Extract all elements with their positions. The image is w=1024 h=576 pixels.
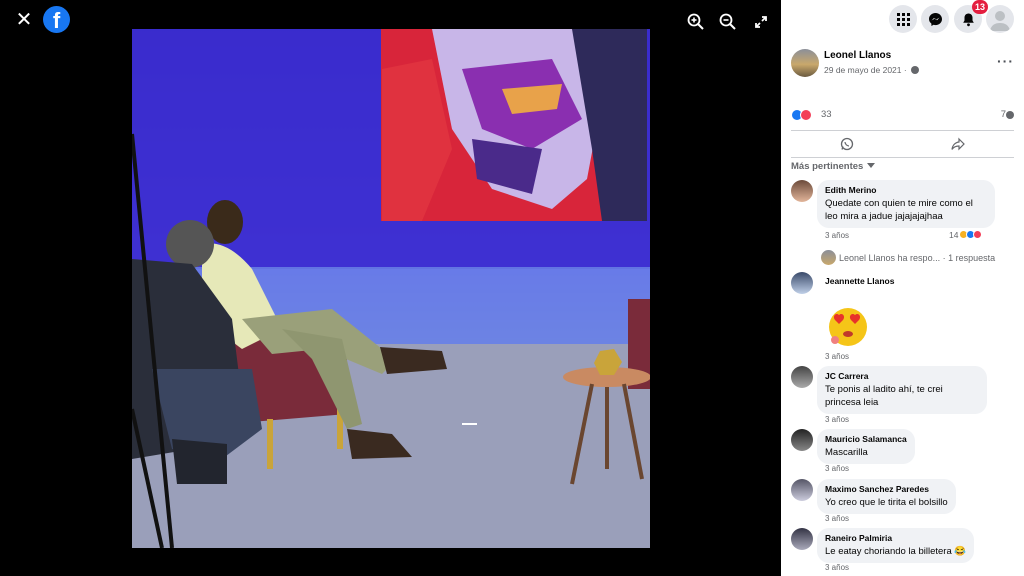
whatsapp-icon xyxy=(840,137,853,151)
notifications-bell-icon[interactable]: 13 xyxy=(954,0,988,33)
comment-filter-dropdown[interactable]: Más pertinentes xyxy=(791,161,876,172)
comment-time[interactable]: 3 años xyxy=(825,231,849,240)
post-actions xyxy=(791,130,1014,158)
fullscreen-icon[interactable] xyxy=(751,12,771,32)
heart-eyes-sticker xyxy=(825,300,871,348)
commenter-avatar[interactable] xyxy=(791,180,813,202)
messenger-icon[interactable] xyxy=(921,5,949,33)
post-header: Leonel Llanos 29 de mayo de 2021 · ··· xyxy=(791,47,1016,79)
author-avatar[interactable] xyxy=(791,49,819,77)
comment-bubble: JC Carrera Te ponis al ladito ahí, te cr… xyxy=(817,366,987,414)
top-bar: 13 xyxy=(781,0,1024,38)
commenter-name[interactable]: Raneiro Palmiria xyxy=(825,533,966,543)
comment-bubble: Edith Merino Quedate con quien te mire c… xyxy=(817,180,995,228)
menu-grid-icon[interactable] xyxy=(889,5,917,33)
comment-bubble: Maximo Sanchez Paredes Yo creo que le ti… xyxy=(817,479,956,514)
post-date-text: 29 de mayo de 2021 · xyxy=(824,65,907,75)
comment-time[interactable]: 3 años xyxy=(825,514,849,523)
globe-icon xyxy=(911,66,920,74)
reply-avatar xyxy=(821,250,836,265)
commenter-avatar[interactable] xyxy=(791,479,813,501)
comment-time[interactable]: 3 años xyxy=(825,464,849,473)
whatsapp-share-button[interactable] xyxy=(791,131,903,157)
commenter-avatar[interactable] xyxy=(791,272,813,294)
comment-bubble-icon xyxy=(1006,111,1014,119)
commenter-avatar[interactable] xyxy=(791,366,813,388)
comment-reactions[interactable]: 14 xyxy=(949,230,982,240)
close-icon[interactable]: ✕ xyxy=(12,8,36,32)
comment-reaction-count: 14 xyxy=(949,230,959,240)
post-photo xyxy=(132,29,650,548)
commenter-name[interactable]: Edith Merino xyxy=(825,185,987,195)
post-date[interactable]: 29 de mayo de 2021 · xyxy=(824,65,920,75)
photo-viewer: ✕ f xyxy=(0,0,781,576)
commenter-name[interactable]: JC Carrera xyxy=(825,371,979,381)
comment-text: Mascarilla xyxy=(825,447,868,458)
zoom-in-icon[interactable] xyxy=(686,12,706,32)
commenter-name[interactable]: Mauricio Salamanca xyxy=(825,434,907,444)
facebook-logo[interactable]: f xyxy=(43,6,70,33)
share-arrow-icon xyxy=(951,137,966,151)
comment-text: Yo creo que le tirita el bolsillo xyxy=(825,497,948,508)
commenter-avatar[interactable] xyxy=(791,528,813,550)
comment-filter-label: Más pertinentes xyxy=(791,161,864,172)
comment-text: Te ponis al ladito ahí, te crei princesa… xyxy=(825,384,943,408)
comment-time[interactable]: 3 años xyxy=(825,563,849,572)
comment-time[interactable]: 3 años xyxy=(825,352,849,361)
love-reaction-icon xyxy=(800,109,812,121)
share-button[interactable] xyxy=(903,131,1015,157)
comment-bubble: Mauricio Salamanca Mascarilla xyxy=(817,429,915,464)
caret-down-icon xyxy=(867,163,876,168)
comment-time[interactable]: 3 años xyxy=(825,415,849,424)
reply-thread-link[interactable]: Leonel Llanos ha respo... · 1 respuesta xyxy=(821,250,1016,265)
reply-text: Leonel Llanos ha respo... xyxy=(839,253,941,263)
more-options-icon[interactable]: ··· xyxy=(997,53,1014,69)
reaction-count[interactable]: 33 xyxy=(821,109,832,120)
zoom-out-icon[interactable] xyxy=(718,12,738,32)
comment-text: Quedate con quien te mire como el leo mi… xyxy=(825,198,973,222)
love-reaction-icon xyxy=(972,230,982,239)
account-avatar[interactable] xyxy=(986,5,1014,33)
commenter-avatar[interactable] xyxy=(791,429,813,451)
comment-text: Le eatay choriando la billetera 😂 xyxy=(825,546,967,557)
notification-count-badge: 13 xyxy=(972,0,988,14)
reaction-summary[interactable]: 33 7 xyxy=(791,108,1014,122)
reply-count: · 1 respuesta xyxy=(940,253,996,263)
post-panel: 13 Leonel Llanos 29 de mayo de 2021 · ··… xyxy=(781,0,1024,576)
post-author-name[interactable]: Leonel Llanos xyxy=(824,50,891,61)
commenter-name[interactable]: Maximo Sanchez Paredes xyxy=(825,484,948,494)
comment-bubble: Raneiro Palmiria Le eatay choriando la b… xyxy=(817,528,975,563)
commenter-name[interactable]: Jeannette Llanos xyxy=(825,276,894,286)
